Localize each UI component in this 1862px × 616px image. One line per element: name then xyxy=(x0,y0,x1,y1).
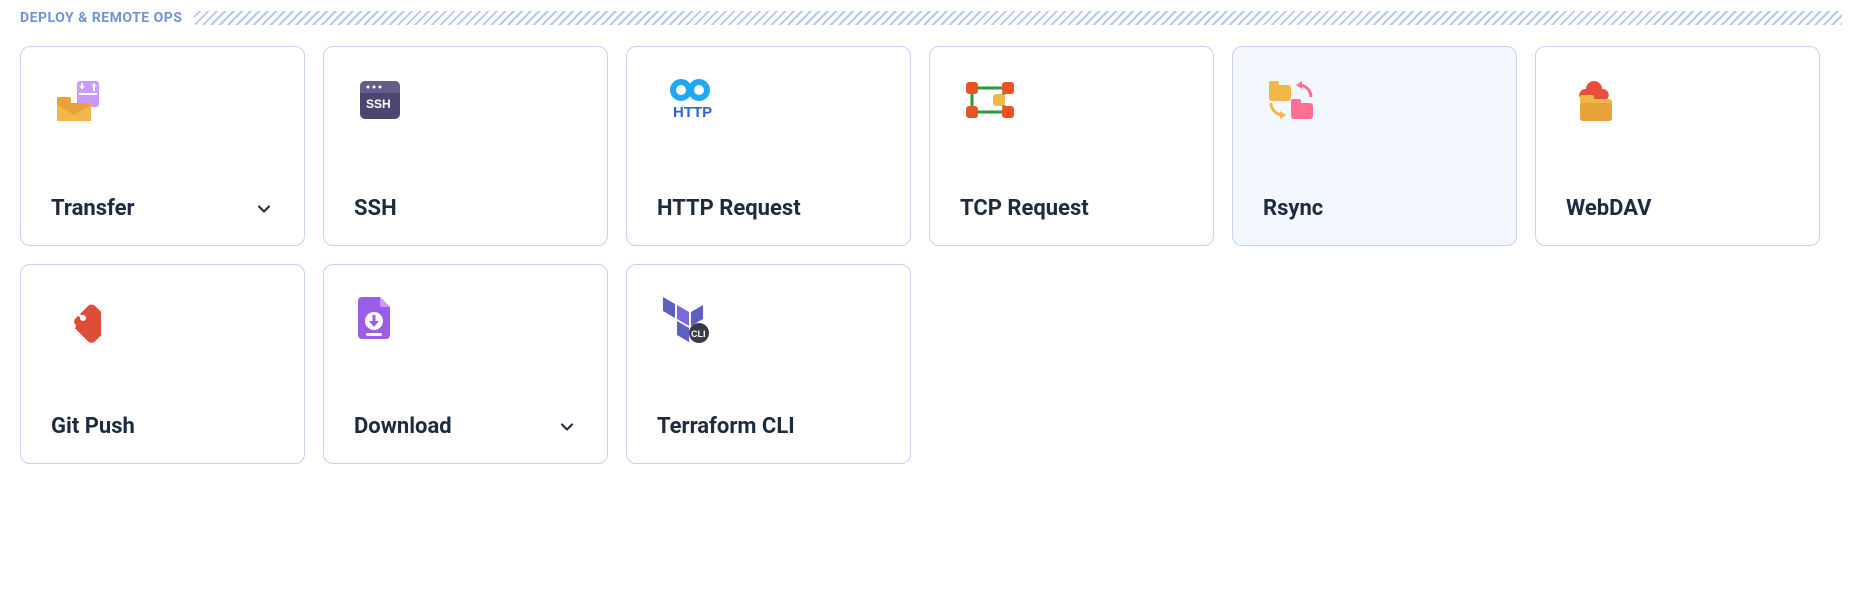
rsync-icon xyxy=(1263,75,1486,133)
card-footer: Download xyxy=(354,414,577,439)
card-footer: TCP Request xyxy=(960,196,1183,221)
tcp-icon xyxy=(960,75,1183,133)
card-label: Terraform CLI xyxy=(657,414,795,439)
card-label: HTTP Request xyxy=(657,196,801,221)
card-footer: WebDAV xyxy=(1566,196,1789,221)
chevron-down-icon xyxy=(254,199,274,219)
card-label: SSH xyxy=(354,196,397,221)
card-label: Download xyxy=(354,414,452,439)
card-git-push[interactable]: Git Push xyxy=(20,264,305,464)
webdav-icon xyxy=(1566,75,1789,133)
card-terraform-cli[interactable]: CLI Terraform CLI xyxy=(626,264,911,464)
card-rsync[interactable]: Rsync xyxy=(1232,46,1517,246)
card-ssh[interactable]: SSH SSH xyxy=(323,46,608,246)
terraform-icon: CLI xyxy=(657,293,880,351)
svg-text:HTTP: HTTP xyxy=(673,104,712,121)
card-label: Transfer xyxy=(51,196,135,221)
card-label: Rsync xyxy=(1263,196,1323,221)
card-label: WebDAV xyxy=(1566,196,1652,221)
svg-text:CLI: CLI xyxy=(691,329,706,339)
card-grid: Transfer SSH SSH xyxy=(20,46,1842,464)
card-footer: Rsync xyxy=(1263,196,1486,221)
download-icon xyxy=(354,293,577,351)
card-http-request[interactable]: HTTP HTTP Request xyxy=(626,46,911,246)
section-stripe xyxy=(194,11,1842,25)
http-icon: HTTP xyxy=(657,75,880,133)
card-tcp-request[interactable]: TCP Request xyxy=(929,46,1214,246)
card-footer: Transfer xyxy=(51,196,274,221)
card-webdav[interactable]: WebDAV xyxy=(1535,46,1820,246)
ssh-icon: SSH xyxy=(354,75,577,133)
git-push-icon xyxy=(51,293,274,351)
transfer-icon xyxy=(51,75,274,133)
card-footer: SSH xyxy=(354,196,577,221)
card-footer: Terraform CLI xyxy=(657,414,880,439)
card-transfer[interactable]: Transfer xyxy=(20,46,305,246)
card-label: Git Push xyxy=(51,414,135,439)
svg-text:SSH: SSH xyxy=(366,97,391,111)
section-header: DEPLOY & REMOTE OPS xyxy=(20,10,1842,26)
card-label: TCP Request xyxy=(960,196,1089,221)
chevron-down-icon xyxy=(557,417,577,437)
card-footer: HTTP Request xyxy=(657,196,880,221)
card-footer: Git Push xyxy=(51,414,274,439)
card-download[interactable]: Download xyxy=(323,264,608,464)
section-title: DEPLOY & REMOTE OPS xyxy=(20,10,194,26)
